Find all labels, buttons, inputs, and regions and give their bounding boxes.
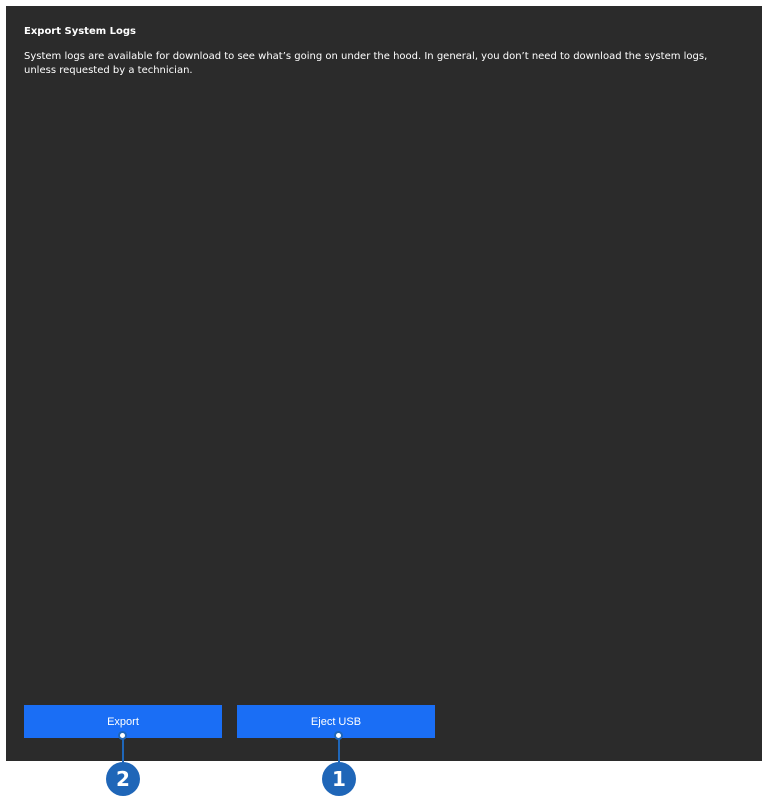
section-title: Export System Logs — [24, 26, 136, 37]
callout-1-ring — [334, 731, 343, 740]
callout-2-ring — [118, 731, 127, 740]
export-logs-panel: Export System Logs System logs are avail… — [6, 6, 762, 761]
section-description: System logs are available for download t… — [24, 51, 708, 76]
callout-marker-2: 2 — [106, 762, 140, 796]
callout-marker-1: 1 — [322, 762, 356, 796]
